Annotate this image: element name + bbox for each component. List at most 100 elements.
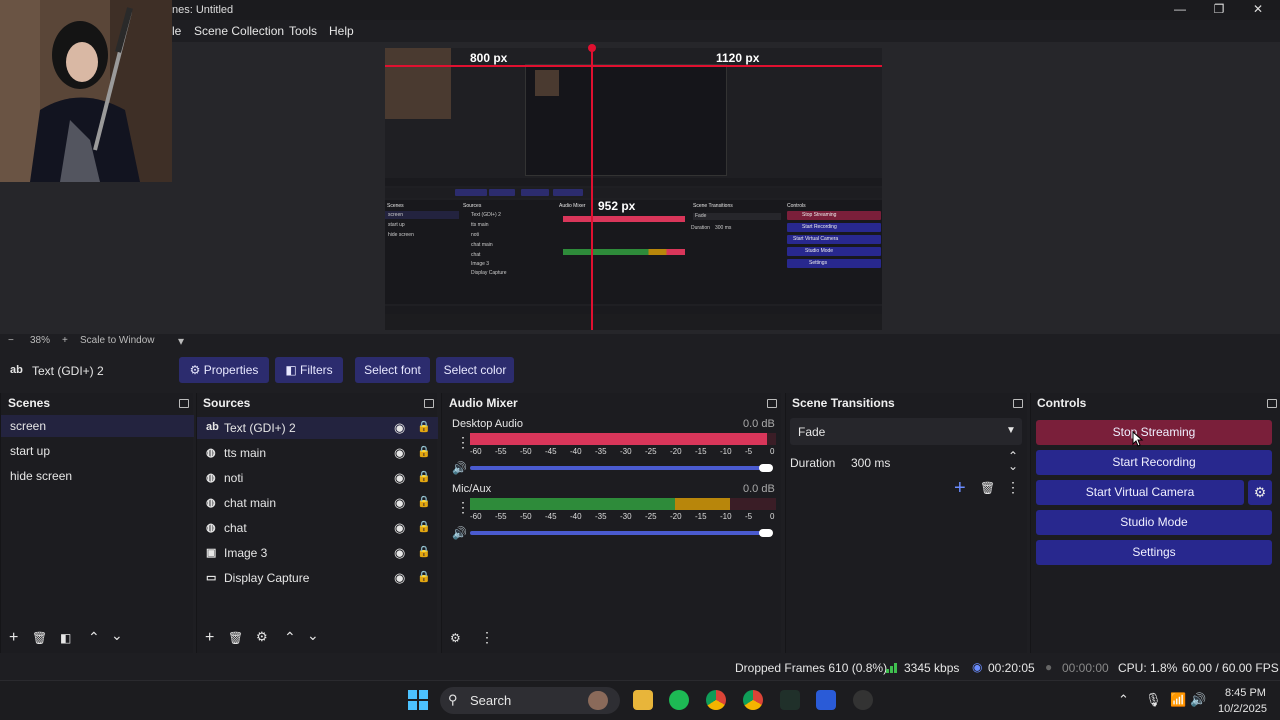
virtual-camera-gear-icon[interactable]: ⚙: [1248, 480, 1272, 505]
zoom-in-button[interactable]: +: [62, 335, 68, 346]
volume-icon[interactable]: 🔊: [1190, 692, 1206, 708]
meter-tick-label: -45: [545, 512, 557, 521]
scene-item[interactable]: start up: [10, 444, 50, 458]
clock-date[interactable]: 10/2/2025: [1218, 703, 1267, 715]
visibility-eye-icon[interactable]: ◉: [394, 420, 405, 436]
chevron-up-icon[interactable]: ⌃: [1118, 692, 1129, 708]
kebab-menu-icon[interactable]: ⋮: [456, 499, 470, 516]
move-up-icon[interactable]: ⌃: [88, 629, 100, 646]
select-font-button[interactable]: Select font: [355, 357, 430, 383]
trash-icon[interactable]: 🗑: [32, 631, 47, 645]
clock-time[interactable]: 8:45 PM: [1225, 687, 1266, 699]
undock-icon[interactable]: [424, 399, 434, 408]
volume-slider[interactable]: [470, 531, 770, 535]
minimize-button[interactable]: —: [1170, 2, 1190, 18]
spotify-icon[interactable]: [669, 690, 689, 710]
meter-tick-label: -5: [745, 447, 753, 456]
menu-help[interactable]: Help: [329, 24, 354, 38]
scale-mode[interactable]: Scale to Window: [80, 335, 154, 346]
maximize-button[interactable]: ❐: [1209, 2, 1229, 18]
select-color-button[interactable]: Select color: [436, 357, 514, 383]
move-down-icon[interactable]: ⌄: [111, 627, 123, 644]
channel-db: 0.0 dB: [743, 418, 775, 430]
undock-icon[interactable]: [179, 399, 189, 408]
lock-icon[interactable]: 🔒: [417, 420, 431, 433]
scene-item[interactable]: screen: [10, 419, 46, 433]
obs-icon[interactable]: [853, 690, 873, 710]
scene-item[interactable]: hide screen: [10, 469, 72, 483]
meter-tick-label: -10: [720, 447, 732, 456]
speaker-icon[interactable]: 🔊: [452, 461, 467, 475]
sources-title: Sources: [203, 396, 251, 410]
microphone-icon[interactable]: 🎙: [1145, 692, 1162, 708]
source-item[interactable]: ab Text (GDI+) 2 ◉ 🔒: [197, 420, 438, 438]
stop-streaming-button[interactable]: Stop Streaming: [1036, 420, 1272, 445]
monitor-icon: ▭: [206, 572, 217, 584]
meter-tick-label: 0: [770, 447, 775, 456]
lock-icon[interactable]: 🔒: [417, 495, 431, 508]
stepper-down-icon[interactable]: ⌄: [1008, 459, 1018, 473]
filters-button[interactable]: ◧ Filters: [275, 357, 343, 383]
speaker-icon[interactable]: 🔊: [452, 526, 467, 540]
roblox-studio-icon[interactable]: [816, 690, 836, 710]
nested-meter-desktop: [563, 216, 685, 222]
source-item[interactable]: ◍ tts main ◉ 🔒: [197, 445, 438, 463]
source-item[interactable]: ▣ Image 3 ◉ 🔒: [197, 545, 438, 563]
source-item[interactable]: ▭ Display Capture ◉ 🔒: [197, 570, 438, 588]
lock-icon[interactable]: 🔒: [417, 545, 431, 558]
volume-slider-handle[interactable]: [759, 464, 773, 472]
menu-tools[interactable]: Tools: [289, 24, 317, 38]
studio-mode-button[interactable]: Studio Mode: [1036, 510, 1272, 535]
undock-icon[interactable]: [1267, 399, 1277, 408]
volume-slider-handle[interactable]: [759, 529, 773, 537]
taskbar-search[interactable]: ⚲ Search: [440, 687, 620, 714]
visibility-eye-icon[interactable]: ◉: [394, 445, 405, 461]
start-recording-button[interactable]: Start Recording: [1036, 450, 1272, 475]
move-up-icon[interactable]: ⌃: [284, 629, 296, 646]
properties-button[interactable]: ⚙ Properties: [179, 357, 269, 383]
visibility-eye-icon[interactable]: ◉: [394, 520, 405, 536]
advanced-audio-icon[interactable]: ⚙: [450, 631, 461, 645]
filter-icon[interactable]: ◧: [60, 631, 71, 645]
lock-icon[interactable]: 🔒: [417, 445, 431, 458]
add-source-icon[interactable]: +: [205, 629, 214, 647]
transition-select[interactable]: Fade ▼: [790, 418, 1022, 445]
settings-button[interactable]: Settings: [1036, 540, 1272, 565]
wifi-icon[interactable]: 📶: [1170, 692, 1186, 708]
close-button[interactable]: ✕: [1248, 2, 1268, 18]
menu-scene-collection[interactable]: Scene Collection: [194, 24, 284, 38]
menu-file[interactable]: le: [172, 24, 181, 38]
kebab-menu-icon[interactable]: ⋮: [456, 434, 470, 451]
source-item[interactable]: ◍ chat ◉ 🔒: [197, 520, 438, 538]
source-item[interactable]: ◍ noti ◉ 🔒: [197, 470, 438, 488]
add-scene-icon[interactable]: +: [9, 629, 18, 647]
visibility-eye-icon[interactable]: ◉: [394, 470, 405, 486]
start-virtual-camera-button[interactable]: Start Virtual Camera: [1036, 480, 1244, 505]
lock-icon[interactable]: 🔒: [417, 570, 431, 583]
kebab-menu-icon[interactable]: ⋮: [480, 629, 494, 646]
visibility-eye-icon[interactable]: ◉: [394, 495, 405, 511]
terminal-icon[interactable]: [780, 690, 800, 710]
chrome-profile-icon[interactable]: [743, 690, 763, 710]
trash-icon[interactable]: 🗑: [228, 631, 243, 645]
undock-icon[interactable]: [767, 399, 777, 408]
lock-icon[interactable]: 🔒: [417, 520, 431, 533]
duration-input[interactable]: 300 ms ⌃ ⌄: [844, 449, 1022, 476]
zoom-out-button[interactable]: −: [8, 335, 14, 346]
move-down-icon[interactable]: ⌄: [307, 627, 319, 644]
trash-icon[interactable]: 🗑: [980, 481, 995, 495]
volume-slider[interactable]: [470, 466, 770, 470]
file-explorer-icon[interactable]: [633, 690, 653, 710]
source-item[interactable]: ◍ chat main ◉ 🔒: [197, 495, 438, 513]
scale-dropdown-icon[interactable]: ▾: [178, 334, 184, 348]
undock-icon[interactable]: [1013, 399, 1023, 408]
guide-handle[interactable]: [588, 44, 596, 52]
chrome-icon[interactable]: [706, 690, 726, 710]
add-transition-icon[interactable]: +: [954, 477, 966, 500]
visibility-eye-icon[interactable]: ◉: [394, 545, 405, 561]
gear-icon[interactable]: ⚙: [256, 629, 268, 645]
lock-icon[interactable]: 🔒: [417, 470, 431, 483]
windows-start-icon[interactable]: [408, 690, 428, 710]
kebab-menu-icon[interactable]: ⋮: [1006, 479, 1020, 496]
visibility-eye-icon[interactable]: ◉: [394, 570, 405, 586]
